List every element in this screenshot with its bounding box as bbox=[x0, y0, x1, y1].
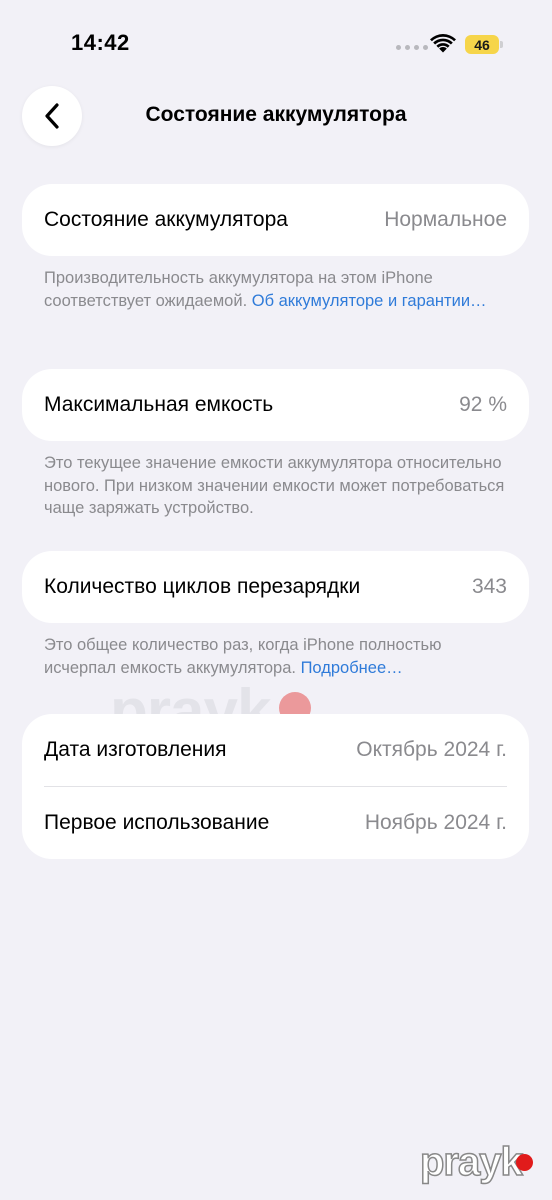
battery-health-label: Состояние аккумулятора bbox=[44, 208, 288, 231]
max-capacity-footnote: Это текущее значение емкости аккумулятор… bbox=[44, 454, 505, 517]
max-capacity-row: Максимальная емкость 92 % bbox=[22, 369, 529, 441]
first-use-label: Первое использование bbox=[44, 811, 270, 834]
watermark-dot bbox=[516, 1154, 533, 1171]
page-title: Состояние аккумулятора bbox=[145, 103, 407, 126]
dates-card: Дата изготовления Октябрь 2024 г. Первое… bbox=[22, 714, 529, 859]
battery-health-row: Состояние аккумулятора Нормальное bbox=[22, 184, 529, 256]
cycle-count-label: Количество циклов перезарядки bbox=[44, 575, 361, 598]
cellular-signal-icon bbox=[396, 45, 428, 50]
wifi-icon bbox=[430, 34, 456, 53]
cycle-count-footnote: Это общее количество раз, когда iPhone п… bbox=[44, 634, 514, 679]
cycle-count-card: Количество циклов перезарядки 343 bbox=[22, 551, 529, 623]
status-time: 14:42 bbox=[71, 30, 130, 55]
cycle-count-row: Количество циклов перезарядки 343 bbox=[22, 551, 529, 623]
battery-icon: 46 bbox=[465, 35, 499, 54]
max-capacity-label: Максимальная емкость bbox=[44, 393, 274, 416]
manufacture-date-value: Октябрь 2024 г. bbox=[356, 738, 507, 761]
battery-health-card: Состояние аккумулятора Нормальное bbox=[22, 184, 529, 256]
first-use-value: Ноябрь 2024 г. bbox=[364, 811, 507, 834]
navigation-bar: Состояние аккумулятора bbox=[0, 86, 552, 146]
battery-level: 46 bbox=[474, 36, 490, 53]
status-bar: 14:42 46 bbox=[0, 0, 552, 90]
max-capacity-card: Максимальная емкость 92 % bbox=[22, 369, 529, 441]
first-use-row: Первое использование Ноябрь 2024 г. bbox=[22, 787, 529, 859]
battery-cap bbox=[500, 41, 503, 48]
battery-health-value: Нормальное bbox=[384, 208, 507, 231]
watermark-logo: prayk bbox=[419, 1139, 523, 1185]
manufacture-date-row: Дата изготовления Октябрь 2024 г. bbox=[22, 714, 529, 786]
manufacture-date-label: Дата изготовления bbox=[44, 738, 227, 761]
max-capacity-value: 92 % bbox=[459, 393, 507, 416]
battery-warranty-link[interactable]: Об аккумуляторе и гарантии… bbox=[252, 292, 487, 310]
cycle-count-value: 343 bbox=[471, 575, 507, 598]
battery-health-footnote: Производительность аккумулятора на этом … bbox=[44, 267, 514, 312]
learn-more-link[interactable]: Подробнее… bbox=[301, 659, 403, 677]
